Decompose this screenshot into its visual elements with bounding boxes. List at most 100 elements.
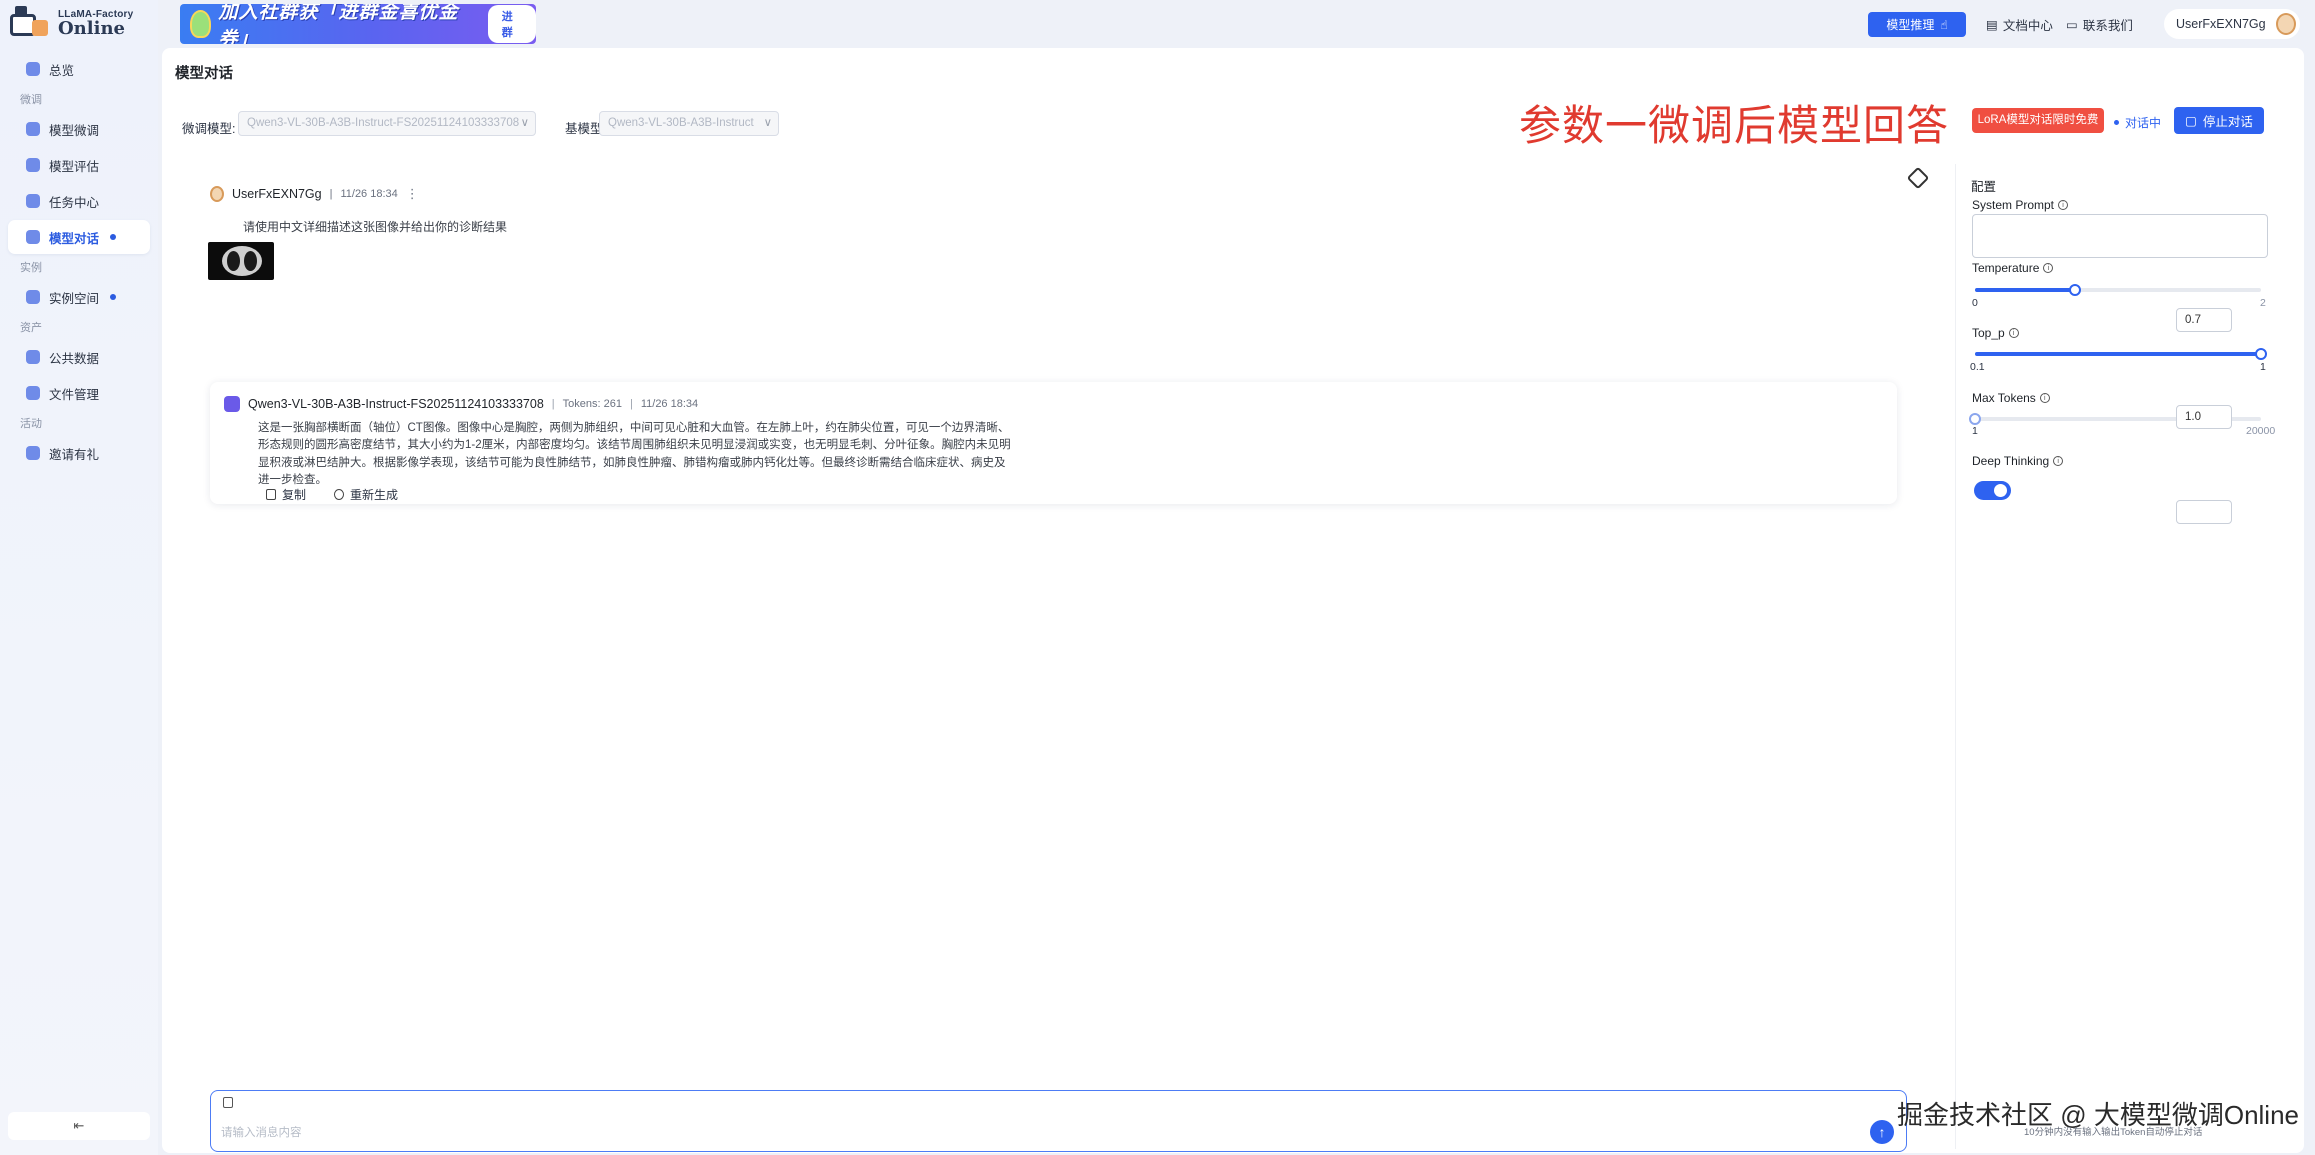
sidebar-item-9[interactable]: 公共数据 — [8, 340, 150, 374]
app-logo[interactable]: LLaMA-Factory Online — [8, 6, 133, 40]
user-message-text: 请使用中文详细描述这张图像并给出你的诊断结果 — [243, 220, 508, 234]
sidebar-section-label: 资产 — [20, 322, 42, 334]
chevron-down-icon: ∨ — [763, 117, 772, 129]
sidebar-item-label: 文件管理 — [49, 387, 100, 402]
more-options-icon[interactable]: ⋮ — [406, 186, 419, 202]
book-icon: ▤ — [1986, 18, 1998, 32]
token-count: Tokens: 261 — [562, 398, 622, 410]
slider-thumb[interactable] — [2255, 348, 2267, 360]
task-icon — [26, 194, 40, 208]
lora-free-badge: LoRA模型对话限时免费 — [1972, 108, 2104, 133]
sidebar-section-label: 实例 — [20, 262, 42, 274]
stop-chat-label: 停止对话 — [2202, 115, 2253, 129]
sidebar-item-10[interactable]: 文件管理 — [8, 376, 150, 410]
logo-icon — [8, 6, 52, 40]
assistant-message-text: 这是一张胸部横断面（轴位）CT图像。图像中心是胸腔，两侧为肺组织，中间可见心脏和… — [258, 422, 1011, 486]
sidebar-item-3[interactable]: 模型评估 — [8, 148, 150, 182]
info-icon[interactable]: i — [2043, 263, 2054, 273]
clear-chat-icon[interactable] — [1906, 166, 1930, 190]
top-p-input[interactable]: 1.0 — [2176, 405, 2232, 429]
message-composer: ↑ — [210, 1090, 1907, 1152]
copy-label: 复制 — [282, 488, 307, 502]
info-icon[interactable]: i — [2008, 328, 2019, 338]
top-p-slider[interactable] — [1975, 348, 2267, 360]
chevron-down-icon: ∨ — [520, 117, 529, 129]
temperature-input[interactable]: 0.7 — [2176, 308, 2232, 332]
sidebar-item-2[interactable]: 模型微调 — [8, 112, 150, 146]
model-inference-button[interactable]: 模型推理 ☝ — [1868, 12, 1966, 37]
assistant-message-time: 11/26 18:34 — [640, 398, 699, 410]
info-icon[interactable]: i — [2058, 200, 2069, 210]
assistant-message-header: Qwen3-VL-30B-A3B-Instruct-FS202511241033… — [224, 396, 698, 412]
sidebar-item-12[interactable]: 邀请有礼 — [8, 436, 150, 470]
model-inference-label: 模型推理 — [1886, 18, 1935, 32]
finetuned-model-label: 微调模型: — [182, 122, 236, 136]
stop-icon: ▢ — [2185, 114, 2197, 128]
regenerate-button[interactable]: 重新生成 — [334, 486, 398, 503]
system-prompt-input[interactable] — [1972, 214, 2268, 258]
status-dot-icon — [2114, 120, 2119, 125]
config-panel: 配置 System Prompt i Temperature i 0 2 Top… — [1955, 164, 2288, 1149]
sidebar-item-label: 模型评估 — [49, 159, 100, 174]
config-title: 配置 — [1971, 180, 1997, 194]
temperature-slider[interactable] — [1975, 284, 2261, 296]
sidebar-section-label: 微调 — [20, 94, 42, 106]
logo-line2: Online — [58, 17, 125, 39]
slider-thumb[interactable] — [2069, 284, 2082, 296]
message-icon: ▭ — [2066, 18, 2078, 32]
base-model-value: Qwen3-VL-30B-A3B-Instruct — [608, 117, 754, 129]
info-icon[interactable]: i — [2039, 393, 2050, 403]
info-icon[interactable]: i — [2053, 456, 2064, 466]
max-tokens-max: 20000 — [2246, 425, 2276, 437]
top-p-label: Top_p — [1972, 326, 2005, 340]
finetuned-model-select[interactable]: Qwen3-VL-30B-A3B-Instruct-FS202511241033… — [238, 111, 536, 136]
temperature-min: 0 — [1972, 297, 1978, 309]
sidebar: LLaMA-Factory Online 总览微调模型微调模型评估任务中心 模型对… — [0, 0, 158, 1155]
banner-join-button[interactable]: 进群 — [487, 5, 536, 43]
assistant-message: Qwen3-VL-30B-A3B-Instruct-FS202511241033… — [210, 382, 1897, 504]
stop-chat-button[interactable]: ▢ 停止对话 — [2174, 107, 2264, 134]
status-dot-icon — [110, 294, 117, 300]
temperature-label: Temperature — [1972, 261, 2040, 275]
gift-icon — [190, 10, 211, 38]
sidebar-item-label: 邀请有礼 — [49, 447, 100, 462]
max-tokens-min: 1 — [1972, 425, 1978, 437]
ct-scan-thumbnail[interactable] — [208, 242, 274, 280]
sidebar-item-label: 模型微调 — [49, 123, 100, 138]
max-tokens-label: Max Tokens — [1972, 391, 2036, 405]
max-tokens-input[interactable] — [2176, 500, 2232, 524]
promo-banner[interactable]: 加入社群获「进群金喜优金券」 进群 — [180, 4, 536, 44]
slider-thumb[interactable] — [1969, 413, 1981, 425]
deep-thinking-label: Deep Thinking — [1972, 454, 2050, 468]
send-button[interactable]: ↑ — [1870, 1120, 1894, 1144]
collapse-sidebar-button[interactable]: ⇤ — [8, 1112, 150, 1140]
user-message-header: UserFxEXN7Gg | 11/26 18:34 ⋮ — [210, 186, 419, 202]
main-panel: 模型对话 微调模型: Qwen3-VL-30B-A3B-Instruct-FS2… — [162, 48, 2304, 1153]
top-p-max: 1 — [2260, 361, 2266, 373]
base-model-select[interactable]: Qwen3-VL-30B-A3B-Instruct ∨ — [599, 111, 779, 136]
docs-link[interactable]: ▤ 文档中心 — [1986, 15, 2053, 34]
contact-link[interactable]: ▭ 联系我们 — [2066, 15, 2133, 34]
copy-icon — [266, 489, 276, 500]
deep-thinking-toggle[interactable] — [1974, 481, 2011, 500]
user-menu[interactable]: UserFxEXN7Gg — [2164, 9, 2300, 39]
chat-status-label: 对话中 — [2125, 116, 2162, 130]
sidebar-item-label: 公共数据 — [49, 351, 100, 366]
user-avatar — [210, 186, 224, 202]
sidebar-item-4[interactable]: 任务中心 — [8, 184, 150, 218]
refresh-icon — [334, 489, 345, 500]
sidebar-item-5[interactable]: 模型对话 — [8, 220, 150, 254]
auto-stop-note: 10分钟内没有输入输出Token自动停止对话 — [2024, 1127, 2203, 1138]
temperature-max: 2 — [2260, 297, 2266, 309]
gift-icon — [26, 446, 40, 460]
system-prompt-label: System Prompt — [1972, 198, 2055, 212]
user-message-name: UserFxEXN7Gg — [232, 187, 322, 201]
chat-icon — [26, 230, 40, 244]
sidebar-nav: 总览 微调 模型微调 模型评估 任务中心 模型对话 实例 实例空间 资产 公共数据 文件管理 活动 邀请… — [8, 52, 150, 472]
sidebar-item-7[interactable]: 实例空间 — [8, 280, 150, 314]
message-input[interactable] — [221, 1123, 1841, 1143]
attach-file-icon[interactable] — [223, 1097, 233, 1108]
topbar: 加入社群获「进群金喜优金券」 进群 模型推理 ☝ ▤ 文档中心 ▭ 联系我们 U… — [158, 0, 2315, 48]
sidebar-item-0[interactable]: 总览 — [8, 52, 150, 86]
copy-button[interactable]: 复制 — [266, 486, 306, 503]
